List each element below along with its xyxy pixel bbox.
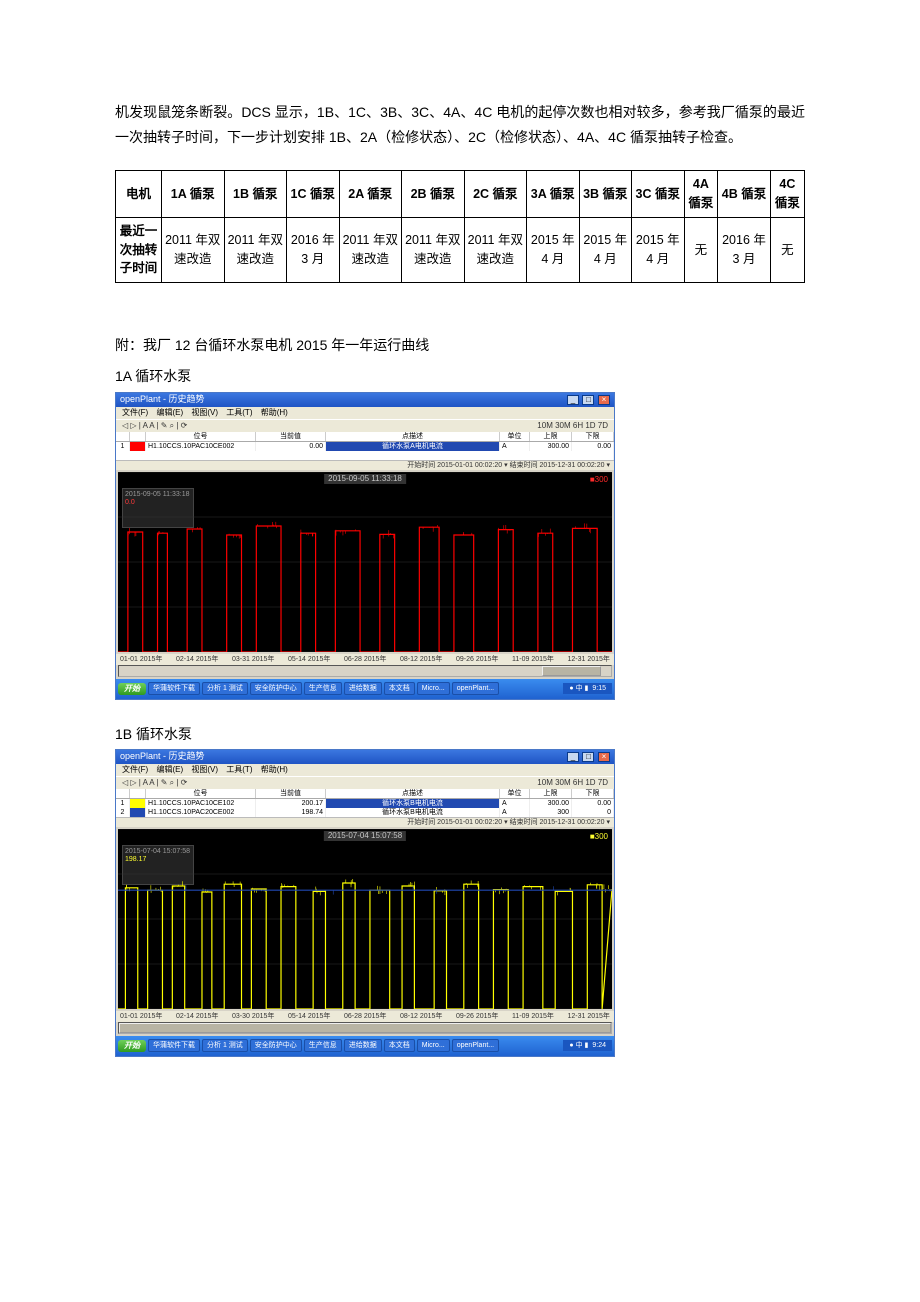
start-button[interactable]: 开始 [118, 1040, 146, 1052]
chart-1b-title: 1B 循环水泵 [115, 722, 805, 747]
menu-bar[interactable]: 文件(F) 编辑(E) 视图(V) 工具(T) 帮助(H) [116, 764, 614, 776]
minimize-button[interactable]: _ [567, 752, 579, 762]
time-scrollbar[interactable] [118, 1022, 612, 1034]
chart-1a-window: openPlant - 历史趋势 _ □ × 文件(F) 编辑(E) 视图(V)… [115, 392, 615, 700]
tag-row[interactable]: 1 H1.10CCS.10PAC10CE002 0.00 循环水泵A电机电流 A… [116, 442, 614, 451]
x-axis-labels: 01-01 2015年02-14 2015年03-31 2015年 05-14 … [116, 654, 614, 665]
maximize-button[interactable]: □ [582, 395, 594, 405]
toolbar[interactable]: ◁ ▷ | A A | ✎ ⌕ | ⟳ 10M 30M 6H 1D 7D [116, 419, 614, 432]
row2-head: 最近一次抽转子时间 [116, 217, 162, 282]
color-swatch-blue [130, 808, 146, 817]
timerange-presets[interactable]: 10M 30M 6H 1D 7D [537, 779, 608, 787]
close-button[interactable]: × [598, 395, 610, 405]
start-button[interactable]: 开始 [118, 683, 146, 695]
tag-grid[interactable]: 位号 当前值 点描述 单位 上限 下限 1 H1.10CCS.10PAC10CE… [116, 432, 614, 460]
system-tray[interactable]: ● 中 ▮9:15 [563, 683, 612, 694]
color-swatch-yellow [130, 799, 146, 808]
tag-grid[interactable]: 位号 当前值 点描述 单位 上限 下限 1 H1.10CCS.10PAC10CE… [116, 789, 614, 817]
row1-head: 电机 [116, 171, 162, 218]
time-range-bar[interactable]: 开始时间 2015-01-01 00:02:20 ▾ 结束时间 2015-12-… [116, 817, 614, 827]
trend-plot[interactable]: 2015-07-04 15:07:58 2015-07-04 15:07:58 … [118, 829, 612, 1009]
table-data-row: 最近一次抽转子时间 2011 年双速改造 2011 年双速改造 2016 年 3… [116, 217, 805, 282]
window-buttons: _ □ × [566, 395, 610, 405]
close-button[interactable]: × [598, 752, 610, 762]
tag-row[interactable]: 1 H1.10CCS.10PAC10CE102 200.17 循环水泵B电机电流… [116, 799, 614, 808]
windows-taskbar[interactable]: 开始 华蒲软件下载 分析 1 测试 安全防护中心 生产信息 进给数据 本文档 M… [116, 1036, 614, 1056]
system-tray[interactable]: ● 中 ▮9:24 [563, 1040, 612, 1051]
trend-plot[interactable]: 2015-09-05 11:33:18 2015-09-05 11:33:18 … [118, 472, 612, 652]
window-buttons: _ □ × [566, 752, 610, 762]
timerange-presets[interactable]: 10M 30M 6H 1D 7D [537, 422, 608, 430]
table-header-row: 电机 1A 循泵 1B 循泵 1C 循泵 2A 循泵 2B 循泵 2C 循泵 3… [116, 171, 805, 218]
maximize-button[interactable]: □ [582, 752, 594, 762]
color-swatch-red [130, 442, 146, 451]
time-scrollbar[interactable] [118, 665, 612, 677]
toolbar[interactable]: ◁ ▷ | A A | ✎ ⌕ | ⟳ 10M 30M 6H 1D 7D [116, 776, 614, 789]
window-titlebar[interactable]: openPlant - 历史趋势 _ □ × [116, 750, 614, 764]
clock: 9:24 [592, 1042, 606, 1049]
x-axis-labels: 01-01 2015年02-14 2015年03-30 2015年 05-14 … [116, 1011, 614, 1022]
chart-1a-title: 1A 循环水泵 [115, 364, 805, 389]
window-title: openPlant - 历史趋势 [120, 395, 205, 404]
menu-bar[interactable]: 文件(F) 编辑(E) 视图(V) 工具(T) 帮助(H) [116, 407, 614, 419]
windows-taskbar[interactable]: 开始 华蒲软件下载 分析 1 测试 安全防护中心 生产信息 进给数据 本文档 M… [116, 679, 614, 699]
window-title: openPlant - 历史趋势 [120, 752, 205, 761]
tag-row[interactable]: 2 H1.10CCS.10PAC20CE002 198.74 循环水泵B电机电流… [116, 808, 614, 817]
body-paragraph: 机发现鼠笼条断裂。DCS 显示，1B、1C、3B、3C、4A、4C 电机的起停次… [115, 100, 805, 150]
scrollbar-thumb[interactable] [119, 1023, 611, 1033]
clock: 9:15 [592, 685, 606, 692]
chart-1b-window: openPlant - 历史趋势 _ □ × 文件(F) 编辑(E) 视图(V)… [115, 749, 615, 1057]
minimize-button[interactable]: _ [567, 395, 579, 405]
scrollbar-thumb[interactable] [542, 666, 601, 676]
rotor-inspection-table: 电机 1A 循泵 1B 循泵 1C 循泵 2A 循泵 2B 循泵 2C 循泵 3… [115, 170, 805, 283]
attachment-caption: 附：我厂 12 台循环水泵电机 2015 年一年运行曲线 [115, 333, 805, 358]
window-titlebar[interactable]: openPlant - 历史趋势 _ □ × [116, 393, 614, 407]
trend-svg [118, 829, 612, 1009]
trend-svg [118, 472, 612, 652]
time-range-bar[interactable]: 开始时间 2015-01-01 00:02:20 ▾ 结束时间 2015-12-… [116, 460, 614, 470]
